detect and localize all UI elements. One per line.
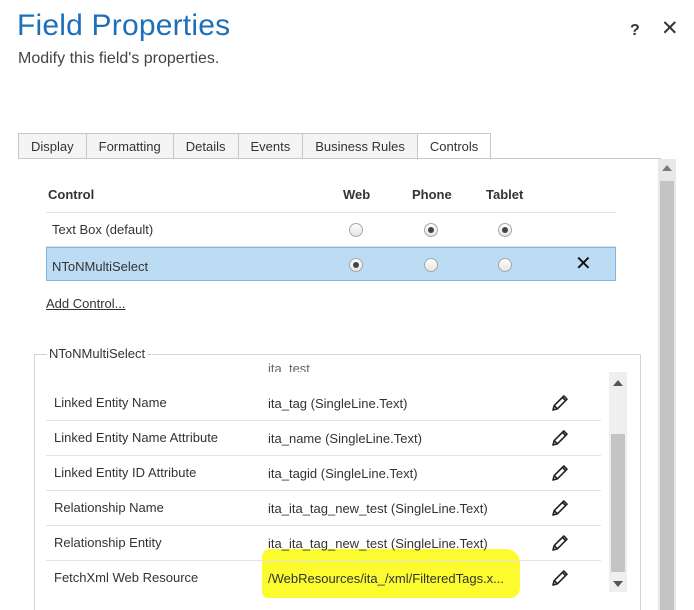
tab-events[interactable]: Events [237,133,303,159]
tab-bar: Display Formatting Details Events Busine… [18,133,492,160]
scroll-up-arrow-icon[interactable] [613,380,623,386]
property-value: ita_ita_tag_new_test (SingleLine.Text) [268,536,488,551]
tab-business-rules[interactable]: Business Rules [302,133,417,159]
scrollbar-thumb[interactable] [660,181,674,610]
property-label: FetchXml Web Resource [54,570,199,585]
property-row-linked-entity-name: Linked Entity Name ita_tag (SingleLine.T… [46,386,601,421]
pencil-icon[interactable] [550,393,570,413]
control-row-ntonmultiselect[interactable]: NToNMultiSelect ✕ [46,247,616,281]
clipped-value: ita_test [268,361,310,372]
phone-radio[interactable] [424,258,438,272]
tab-formatting[interactable]: Formatting [85,133,173,159]
pencil-icon[interactable] [550,498,570,518]
column-header-phone: Phone [412,187,452,202]
property-label: Linked Entity ID Attribute [54,465,197,480]
control-name: Text Box (default) [52,222,154,237]
phone-radio[interactable] [424,223,438,237]
pencil-icon[interactable] [550,533,570,553]
add-control-link[interactable]: Add Control... [46,296,126,311]
tab-controls[interactable]: Controls [416,133,492,160]
column-header-tablet: Tablet [486,187,524,202]
web-radio[interactable] [349,258,363,272]
tab-display[interactable]: Display [18,133,86,159]
dialog-title: Field Properties [17,9,231,42]
remove-control-icon[interactable]: ✕ [575,252,592,276]
property-value: ita_name (SingleLine.Text) [268,431,422,446]
property-label: Relationship Entity [54,535,162,550]
property-row-linked-entity-id-attribute: Linked Entity ID Attribute ita_tagid (Si… [46,456,601,491]
property-label: Linked Entity Name Attribute [54,430,219,445]
clipped-row: ita_test [46,356,601,372]
pencil-icon[interactable] [550,463,570,483]
help-button[interactable]: ? [630,22,640,40]
tablet-radio[interactable] [498,223,512,237]
dialog-subtitle: Modify this field's properties. [18,50,220,67]
property-value: ita_tag (SingleLine.Text) [268,396,408,411]
scroll-down-arrow-icon[interactable] [613,581,623,587]
property-value: ita_tagid (SingleLine.Text) [268,466,418,481]
pencil-icon[interactable] [550,568,570,588]
scroll-up-arrow-icon[interactable] [662,165,672,171]
properties-scrollbar[interactable] [609,372,627,592]
tab-divider [18,158,661,159]
property-row-fetchxml-web-resource: FetchXml Web Resource /WebResources/ita_… [46,561,601,596]
column-header-web: Web [343,187,371,202]
dialog-scrollbar[interactable] [658,159,676,610]
tab-details[interactable]: Details [172,133,238,159]
property-row-linked-entity-name-attribute: Linked Entity Name Attribute ita_name (S… [46,421,601,456]
property-value: ita_ita_tag_new_test (SingleLine.Text) [268,501,488,516]
column-header-control: Control [48,187,95,202]
control-name: NToNMultiSelect [52,259,149,274]
property-row-relationship-entity: Relationship Entity ita_ita_tag_new_test… [46,526,601,561]
tablet-radio[interactable] [498,258,512,272]
property-value: /WebResources/ita_/xml/FilteredTags.x... [268,571,505,586]
pencil-icon[interactable] [550,428,570,448]
property-label: Relationship Name [54,500,164,515]
scrollbar-thumb[interactable] [611,434,625,572]
close-button[interactable]: ✕ [661,18,679,39]
property-row-relationship-name: Relationship Name ita_ita_tag_new_test (… [46,491,601,526]
control-row-text-box[interactable]: Text Box (default) [46,213,616,247]
web-radio[interactable] [349,223,363,237]
property-label: Linked Entity Name [54,395,167,410]
